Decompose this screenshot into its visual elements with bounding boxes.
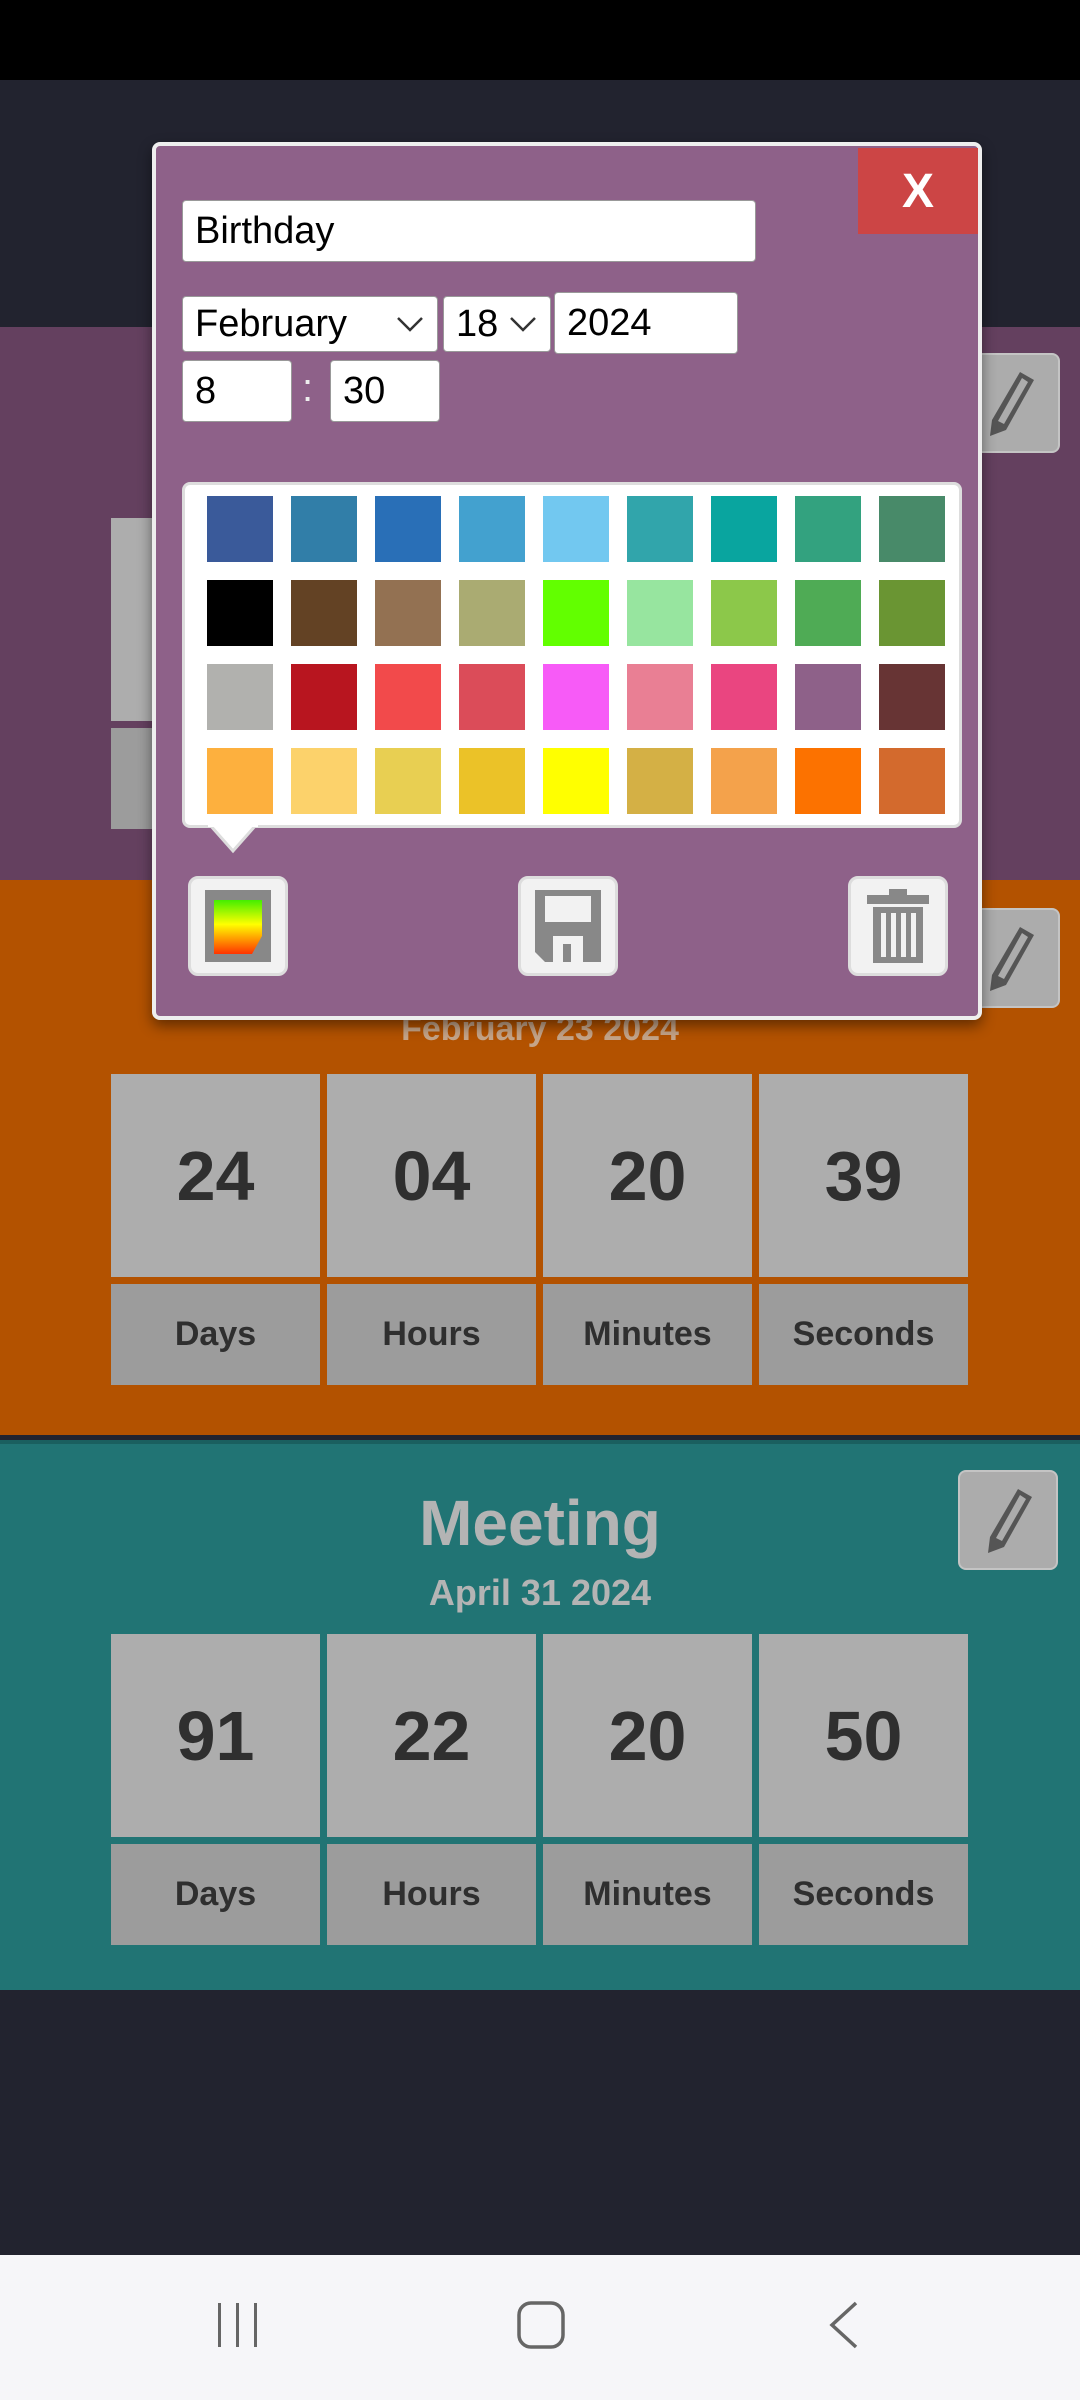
color-swatch[interactable] xyxy=(795,748,861,814)
color-swatch[interactable] xyxy=(207,496,273,562)
color-swatch[interactable] xyxy=(711,580,777,646)
color-palette xyxy=(182,482,962,828)
seconds-label: Seconds xyxy=(759,1844,968,1945)
recents-icon[interactable] xyxy=(214,2300,262,2350)
color-swatch[interactable] xyxy=(627,496,693,562)
color-swatch[interactable] xyxy=(375,580,441,646)
color-swatch[interactable] xyxy=(375,748,441,814)
color-swatch[interactable] xyxy=(711,496,777,562)
color-swatch[interactable] xyxy=(795,580,861,646)
color-swatch[interactable] xyxy=(459,580,525,646)
pencil-icon xyxy=(988,1489,1032,1553)
color-swatch[interactable] xyxy=(543,664,609,730)
pencil-icon xyxy=(990,372,1034,436)
delete-button[interactable] xyxy=(848,876,948,976)
color-swatch[interactable] xyxy=(711,664,777,730)
color-swatch[interactable] xyxy=(291,496,357,562)
color-swatch[interactable] xyxy=(711,748,777,814)
countdown-card: Meeting April 31 2024 91 22 20 50 Days H… xyxy=(0,1440,1080,1990)
color-swatch[interactable] xyxy=(543,496,609,562)
color-swatch[interactable] xyxy=(291,748,357,814)
color-swatch[interactable] xyxy=(543,580,609,646)
palette-pointer xyxy=(208,825,258,854)
status-bar xyxy=(0,0,1080,80)
chevron-down-icon xyxy=(397,317,423,332)
edit-button[interactable] xyxy=(958,1470,1058,1570)
time-separator: : xyxy=(302,366,314,410)
color-gradient-icon xyxy=(205,890,271,962)
color-swatch[interactable] xyxy=(291,580,357,646)
minutes-value: 20 xyxy=(543,1634,752,1837)
minute-input[interactable]: 30 xyxy=(330,360,440,422)
days-value: 24 xyxy=(111,1074,320,1277)
hours-label: Hours xyxy=(327,1284,536,1385)
event-title: Meeting xyxy=(419,1487,661,1559)
back-icon[interactable] xyxy=(826,2300,862,2350)
edit-event-dialog: X Birthday February 18 2024 8 : 30 xyxy=(152,142,982,1020)
color-picker-button[interactable] xyxy=(188,876,288,976)
color-swatch[interactable] xyxy=(207,580,273,646)
event-date: April 31 2024 xyxy=(428,1572,652,1613)
hour-input[interactable]: 8 xyxy=(182,360,292,422)
color-swatch[interactable] xyxy=(207,748,273,814)
color-swatch[interactable] xyxy=(879,496,945,562)
color-swatch[interactable] xyxy=(627,664,693,730)
minutes-label: Minutes xyxy=(543,1844,752,1945)
floppy-disk-icon xyxy=(535,890,601,962)
color-swatch[interactable] xyxy=(879,580,945,646)
chevron-down-icon xyxy=(510,317,536,332)
color-swatch[interactable] xyxy=(627,748,693,814)
seconds-label: Seconds xyxy=(759,1284,968,1385)
year-input[interactable]: 2024 xyxy=(554,292,738,354)
days-label: Days xyxy=(111,1284,320,1385)
days-value: 91 xyxy=(111,1634,320,1837)
month-select[interactable]: February xyxy=(182,296,438,352)
minutes-value: 20 xyxy=(543,1074,752,1277)
seconds-value: 39 xyxy=(759,1074,968,1277)
color-swatch[interactable] xyxy=(795,664,861,730)
color-swatch[interactable] xyxy=(375,496,441,562)
color-swatch[interactable] xyxy=(543,748,609,814)
color-swatch[interactable] xyxy=(207,664,273,730)
color-swatch[interactable] xyxy=(795,496,861,562)
color-swatch[interactable] xyxy=(459,496,525,562)
month-value: February xyxy=(195,302,348,345)
hours-label: Hours xyxy=(327,1844,536,1945)
day-select[interactable]: 18 xyxy=(443,296,551,352)
navigation-bar xyxy=(0,2255,1080,2400)
save-button[interactable] xyxy=(518,876,618,976)
color-swatch[interactable] xyxy=(375,664,441,730)
pencil-icon xyxy=(990,927,1034,991)
color-swatch[interactable] xyxy=(459,748,525,814)
home-icon[interactable] xyxy=(516,2300,566,2350)
event-name-input[interactable]: Birthday xyxy=(182,200,756,262)
hours-value: 22 xyxy=(327,1634,536,1837)
days-label: Days xyxy=(111,1844,320,1945)
color-swatch[interactable] xyxy=(627,580,693,646)
trash-icon xyxy=(867,889,929,963)
day-value: 18 xyxy=(456,302,499,345)
color-swatch[interactable] xyxy=(291,664,357,730)
close-button[interactable]: X xyxy=(858,148,978,234)
seconds-value: 50 xyxy=(759,1634,968,1837)
color-swatch[interactable] xyxy=(879,664,945,730)
hours-value: 04 xyxy=(327,1074,536,1277)
color-swatch[interactable] xyxy=(879,748,945,814)
minutes-label: Minutes xyxy=(543,1284,752,1385)
color-swatch[interactable] xyxy=(459,664,525,730)
